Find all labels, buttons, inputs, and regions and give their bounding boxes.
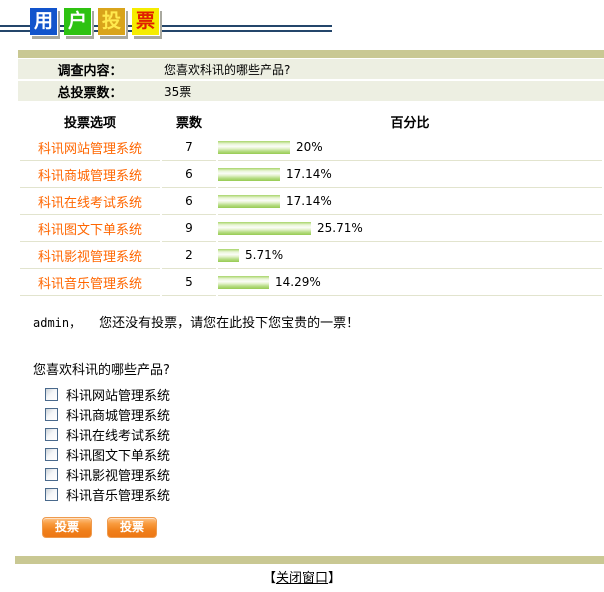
result-row: 科讯网站管理系统 7 20% [20, 134, 602, 161]
result-option: 科讯音乐管理系统 [20, 269, 160, 296]
footer-divider-bar [15, 556, 604, 564]
total-votes-label: 总投票数： [57, 85, 123, 101]
poll-option-label: 科讯商城管理系统 [66, 408, 171, 424]
result-option: 科讯影视管理系统 [20, 242, 160, 269]
close-window-line: 【关闭窗口】 [0, 567, 604, 586]
username-text: admin， [33, 316, 82, 330]
result-percent: 5.71% [245, 248, 284, 263]
result-percent: 17.14% [286, 167, 332, 182]
poll-page: 用 户 投 票 调查内容： 您喜欢科讯的哪些产品? 总投票数： 35票 投票选项… [0, 8, 604, 592]
result-row: 科讯图文下单系统 9 25.71% [20, 215, 602, 242]
logo-block-hu: 户 [64, 8, 92, 36]
poll-option[interactable]: 科讯影视管理系统 [45, 464, 604, 484]
poll-option-label: 科讯音乐管理系统 [66, 488, 171, 504]
result-bar [218, 140, 290, 154]
poll-option-label: 科讯在线考试系统 [66, 428, 171, 444]
result-option: 科讯图文下单系统 [20, 215, 160, 242]
poll-option[interactable]: 科讯图文下单系统 [45, 444, 604, 464]
logo-block-yong: 用 [30, 8, 58, 36]
poll-option[interactable]: 科讯商城管理系统 [45, 404, 604, 424]
total-votes-row: 总投票数： 35票 [18, 81, 604, 101]
poll-option-checkbox[interactable] [45, 407, 58, 421]
logo-block-tou: 投 [98, 8, 126, 36]
logo-block-piao: 票 [132, 8, 160, 36]
result-bar [218, 221, 311, 235]
vote-button-2[interactable]: 投票 [107, 517, 158, 538]
result-votes: 2 [162, 242, 216, 269]
result-percent: 20% [296, 140, 323, 155]
poll-option-checkbox[interactable] [45, 427, 58, 441]
results-table: 投票选项 票数 百分比 科讯网站管理系统 7 20% 科讯商城管理系统 6 17… [18, 108, 604, 296]
result-votes: 5 [162, 269, 216, 296]
result-option: 科讯在线考试系统 [20, 188, 160, 215]
poll-option-checkbox[interactable] [45, 467, 58, 481]
result-option: 科讯网站管理系统 [20, 134, 160, 161]
result-bar [218, 194, 280, 208]
poll-question: 您喜欢科讯的哪些产品? [33, 363, 170, 378]
vote-status-message: 您还没有投票，请您在此投下您宝贵的一票！ [99, 316, 360, 331]
poll-option-checkbox[interactable] [45, 387, 58, 401]
result-bar [218, 167, 280, 181]
poll-option[interactable]: 科讯网站管理系统 [45, 384, 604, 404]
result-percent: 14.29% [275, 275, 321, 290]
survey-content-label: 调查内容： [57, 63, 123, 79]
header-percent: 百分比 [390, 115, 430, 131]
result-votes: 9 [162, 215, 216, 242]
result-percent: 25.71% [317, 221, 363, 236]
results-header-row: 投票选项 票数 百分比 [20, 108, 602, 134]
result-row: 科讯影视管理系统 2 5.71% [20, 242, 602, 269]
top-divider-bar [18, 50, 604, 58]
header-votes: 票数 [175, 115, 202, 131]
poll-option-label: 科讯图文下单系统 [66, 448, 171, 464]
form-buttons: 投票 投票 [42, 517, 604, 538]
vote-status-line: admin， 您还没有投票，请您在此投下您宝贵的一票！ [33, 312, 604, 331]
result-row: 科讯在线考试系统 6 17.14% [20, 188, 602, 215]
poll-option-checkbox[interactable] [45, 447, 58, 461]
logo-blocks: 用 户 投 票 [30, 8, 160, 36]
header-option: 投票选项 [63, 115, 116, 131]
vote-button[interactable]: 投票 [42, 517, 93, 538]
result-row: 科讯商城管理系统 6 17.14% [20, 161, 602, 188]
poll-options-list: 科讯网站管理系统 科讯商城管理系统 科讯在线考试系统 科讯图文下单系统 科讯影视… [45, 384, 604, 504]
poll-option-label: 科讯网站管理系统 [66, 388, 171, 404]
result-votes: 6 [162, 188, 216, 215]
result-row: 科讯音乐管理系统 5 14.29% [20, 269, 602, 296]
result-bar [218, 275, 269, 289]
survey-content-row: 调查内容： 您喜欢科讯的哪些产品? [18, 59, 604, 79]
poll-option-label: 科讯影视管理系统 [66, 468, 171, 484]
poll-option[interactable]: 科讯在线考试系统 [45, 424, 604, 444]
survey-content-value: 您喜欢科讯的哪些产品? [164, 62, 291, 77]
result-bar [218, 248, 239, 262]
result-percent: 17.14% [286, 194, 332, 209]
total-votes-value: 35票 [164, 84, 192, 99]
logo: 用 户 投 票 [0, 8, 604, 42]
result-votes: 6 [162, 161, 216, 188]
result-option: 科讯商城管理系统 [20, 161, 160, 188]
poll-option-checkbox[interactable] [45, 487, 58, 501]
poll-option[interactable]: 科讯音乐管理系统 [45, 484, 604, 504]
result-votes: 7 [162, 134, 216, 161]
